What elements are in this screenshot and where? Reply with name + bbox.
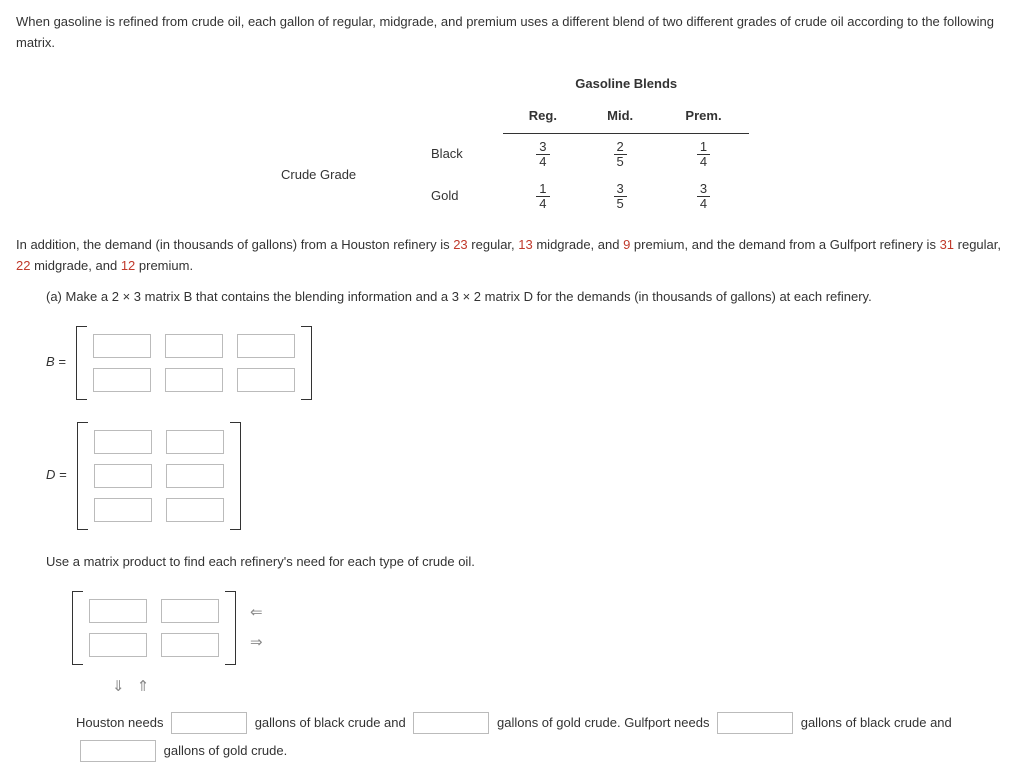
label-B: B =	[46, 352, 66, 373]
B-r2c2[interactable]	[165, 368, 223, 392]
blank-houston-black[interactable]	[171, 712, 247, 734]
part-a-text: (a) Make a 2 × 3 matrix B that contains …	[46, 287, 1002, 308]
P-r2c1[interactable]	[89, 633, 147, 657]
blank-gulfport-black[interactable]	[717, 712, 793, 734]
matrix-B	[76, 326, 312, 400]
D-r2c1[interactable]	[94, 464, 152, 488]
B-r2c1[interactable]	[93, 368, 151, 392]
B-r1c3[interactable]	[237, 334, 295, 358]
gasoline-blend-table: Gasoline Blends Reg. Mid. Prem. Crude Gr…	[269, 68, 749, 218]
product-instruction: Use a matrix product to find each refine…	[46, 552, 1002, 573]
D-r2c2[interactable]	[166, 464, 224, 488]
col-mid: Mid.	[582, 100, 658, 133]
B-r1c1[interactable]	[93, 334, 151, 358]
row-group-label: Crude Grade	[269, 134, 419, 218]
row-gold: Gold	[419, 176, 503, 218]
D-r1c1[interactable]	[94, 430, 152, 454]
B-r1c2[interactable]	[165, 334, 223, 358]
matrix-product	[72, 591, 236, 665]
P-r1c2[interactable]	[161, 599, 219, 623]
matrix-D	[77, 422, 241, 530]
B-r2c3[interactable]	[237, 368, 295, 392]
blank-gulfport-gold[interactable]	[80, 740, 156, 762]
label-D: D =	[46, 465, 67, 486]
col-reg: Reg.	[503, 100, 582, 133]
blank-houston-gold[interactable]	[413, 712, 489, 734]
D-r3c2[interactable]	[166, 498, 224, 522]
intro-text: When gasoline is refined from crude oil,…	[16, 12, 1002, 54]
row-black: Black	[419, 134, 503, 176]
D-r3c1[interactable]	[94, 498, 152, 522]
P-r1c1[interactable]	[89, 599, 147, 623]
P-r2c2[interactable]	[161, 633, 219, 657]
col-prem: Prem.	[658, 100, 749, 133]
D-r1c2[interactable]	[166, 430, 224, 454]
table-group-header: Gasoline Blends	[503, 68, 749, 101]
swap-rows-icon[interactable]: ⇓ ⇑	[112, 675, 1002, 699]
swap-columns-icon[interactable]: ⇐⇒	[250, 601, 263, 655]
demand-paragraph: In addition, the demand (in thousands of…	[16, 235, 1002, 277]
fill-in-sentence: Houston needs gallons of black crude and…	[76, 709, 1002, 766]
